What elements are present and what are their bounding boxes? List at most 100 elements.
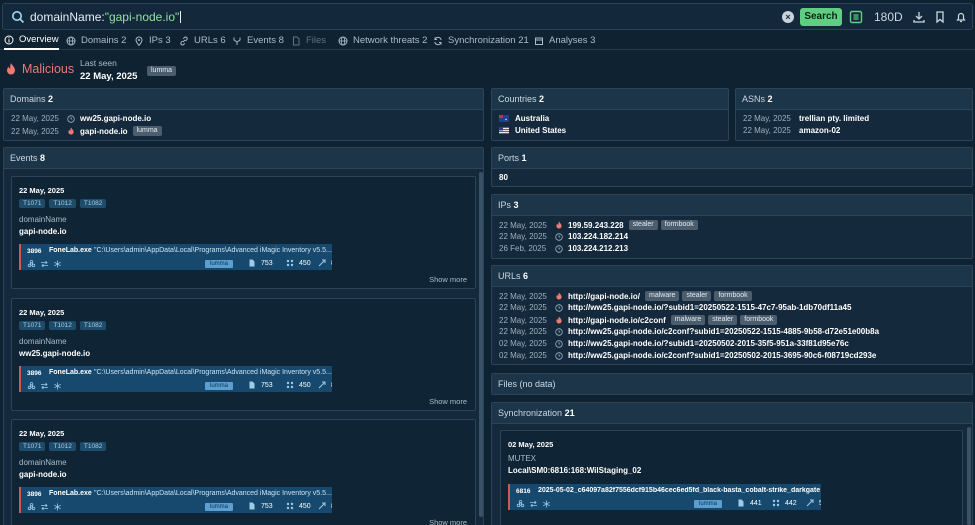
globe-icon [66,36,76,45]
time-range-selector[interactable]: 180D [874,10,903,24]
file-icon [249,502,255,510]
ports-panel: Ports 1 80 [491,147,973,187]
tab-analyses[interactable]: Analyses 3 [534,31,595,50]
family-tag[interactable]: lumma [694,500,723,508]
arrows-icon [41,260,48,268]
ip-row[interactable]: 26 Feb, 2025 103.224.212.213 [499,244,633,253]
ports-panel-header: Ports 1 [492,148,972,169]
ip-row[interactable]: 22 May, 2025 199.59.243.228 stealer form… [499,220,701,230]
search-value: "gapi-node.io" [104,10,180,24]
family-tag[interactable]: formbook [740,315,778,325]
url-row[interactable]: 22 May, 2025 http://gapi-node.io/ malwar… [499,291,755,301]
search-input[interactable]: domainName:"gapi-node.io" [30,10,182,24]
family-tag[interactable]: lumma [132,126,162,136]
event-card[interactable]: 22 May, 2025 T1071 T1012 T1082 domainNam… [11,419,476,525]
network-globe-icon [338,36,348,45]
field-label: MUTEX [508,454,536,463]
network-stat: 51 [806,499,821,507]
show-more-link[interactable]: Show more [429,397,467,406]
process-block[interactable]: 3896 FoneLab.exe "C:\Users\admin\AppData… [19,244,332,270]
process-block[interactable]: 3896 FoneLab.exe "C:\Users\admin\AppData… [19,487,332,513]
search-button[interactable]: Search [800,8,842,26]
family-tag[interactable]: stealer [628,220,658,230]
bell-icon[interactable] [954,10,968,24]
ttp-tag[interactable]: T1071 [19,442,46,451]
tab-events[interactable]: Events 8 [232,31,284,50]
family-tag[interactable]: malware [670,315,706,325]
ttp-tag[interactable]: T1012 [49,442,76,451]
flame-icon [556,316,562,324]
domain-row[interactable]: 22 May, 2025 gapi-node.io lumma [11,126,165,136]
search-prefix: domainName: [30,10,105,24]
url-row[interactable]: 02 May, 2025 http://ww25.gapi-node.io/?s… [499,339,854,348]
asn-row[interactable]: 22 May, 2025 amazon-02 [743,126,845,135]
countries-panel: Countries 2 Australia United States [491,88,729,141]
tab-label: Network threats 2 [353,35,428,46]
show-more-link[interactable]: Show more [429,518,467,525]
process-block[interactable]: 6816 2025-05-02_c64097a82f7556dcf915b46c… [508,484,821,510]
link-icon [180,36,188,45]
family-tag[interactable]: lumma [147,66,177,76]
network-stat: 83 [318,502,332,510]
ttp-tag[interactable]: T1071 [19,321,46,330]
family-tag[interactable]: formbook [660,220,698,230]
au-flag-icon [499,115,509,122]
files-panel: Files (no data) [491,373,973,395]
sync-card[interactable]: 02 May, 2025 MUTEX Local\SM0:6816:168:Wi… [500,430,963,525]
family-tag[interactable]: lumma [205,503,234,511]
registry-icon [772,499,780,507]
domain-row[interactable]: 22 May, 2025 ww25.gapi-node.io [11,114,156,123]
family-tag[interactable]: lumma [205,260,234,268]
country-row[interactable]: Australia [499,114,554,123]
sync-scrollbar[interactable] [967,427,971,525]
ttp-tag[interactable]: T1082 [79,442,107,451]
tab-synchronization[interactable]: Synchronization 21 [433,31,529,50]
event-card[interactable]: 22 May, 2025 T1071 T1012 T1082 domainNam… [11,298,476,411]
url-row[interactable]: 02 May, 2025 http://ww25.gapi-node.io/c2… [499,351,881,360]
files-panel-header: Files (no data) [492,374,972,394]
ttp-tag[interactable]: T1012 [49,199,76,208]
ttp-list: T1071 T1012 T1082 [19,199,110,208]
country-row[interactable]: United States [499,126,571,135]
ip-row[interactable]: 22 May, 2025 103.224.182.214 [499,232,633,241]
tab-urls[interactable]: URLs 6 [179,31,226,50]
field-value: ww25.gapi-node.io [19,349,91,358]
process-block[interactable]: 3896 FoneLab.exe "C:\Users\admin\AppData… [19,366,332,392]
ttp-tag[interactable]: T1071 [19,199,46,208]
process-id: 3896 [27,248,42,255]
bookmark-icon[interactable] [933,10,947,24]
url-row[interactable]: 22 May, 2025 http://ww25.gapi-node.io/?s… [499,303,856,312]
tab-label: URLs 6 [194,35,226,46]
asn-row[interactable]: 22 May, 2025 trellian pty. limited [743,114,874,123]
tab-ips[interactable]: IPs 3 [134,31,171,50]
tab-files[interactable]: Files [291,31,326,50]
registry-icon [286,502,294,510]
settings-square-icon[interactable] [849,10,863,24]
port-row[interactable]: 80 [499,173,513,182]
family-tag[interactable]: stealer [682,291,712,301]
download-icon[interactable] [912,10,926,24]
ttp-tag[interactable]: T1012 [49,321,76,330]
biohazard-icon [27,503,36,511]
family-tag[interactable]: formbook [714,291,752,301]
family-tag[interactable]: malware [644,291,680,301]
family-tag[interactable]: stealer [708,315,738,325]
clear-icon[interactable]: × [782,11,794,23]
show-more-link[interactable]: Show more [429,275,467,284]
files-stat: 753 [248,502,273,510]
events-scrollbar[interactable] [479,172,483,517]
snowflake-icon [54,260,61,268]
tab-domains[interactable]: Domains 2 [66,31,126,50]
tab-label: Analyses 3 [549,35,596,46]
tab-overview[interactable]: Overview [4,31,59,50]
ttp-tag[interactable]: T1082 [79,199,107,208]
info-icon [4,35,14,44]
family-tag[interactable]: lumma [205,382,234,390]
registry-stat: 442 [772,499,797,507]
event-card[interactable]: 22 May, 2025 T1071 T1012 T1082 domainNam… [11,176,476,289]
tab-network-threats[interactable]: Network threats 2 [338,31,427,50]
url-row[interactable]: 22 May, 2025 http://ww25.gapi-node.io/c2… [499,327,884,336]
url-row[interactable]: 22 May, 2025 http://gapi-node.io/c2conf … [499,315,780,325]
clock-icon [555,232,563,241]
ttp-tag[interactable]: T1082 [79,321,107,330]
